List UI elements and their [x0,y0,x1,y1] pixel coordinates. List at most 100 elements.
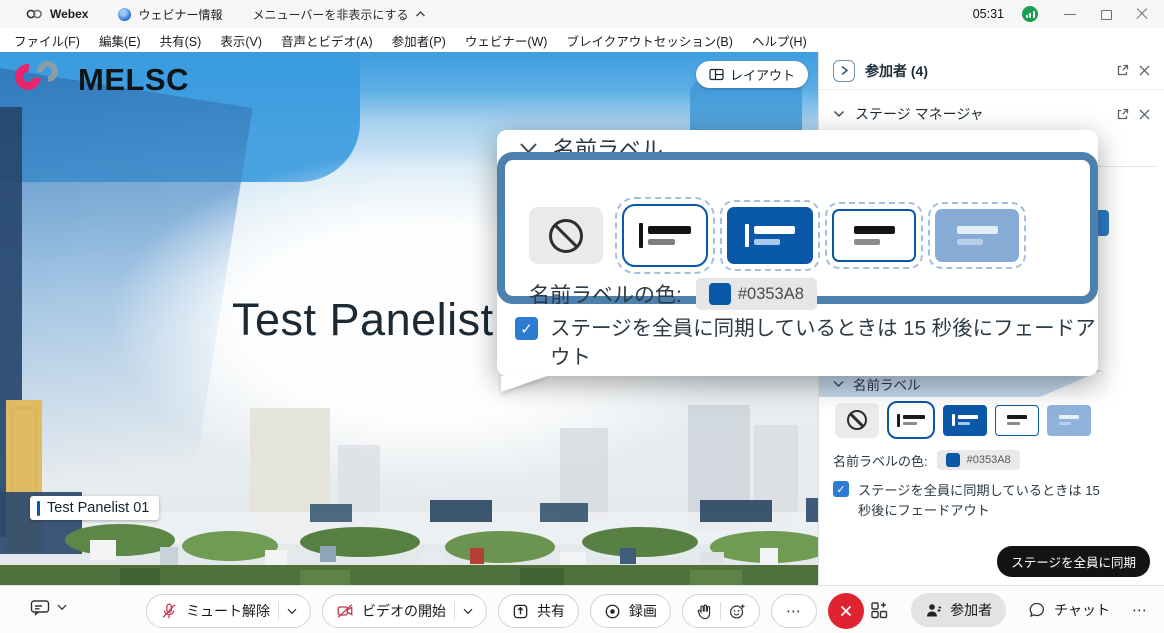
none-icon [847,410,867,430]
color-swatch [709,283,731,305]
magnified-color-row: 名前ラベルの色: #0353A8 [529,278,817,310]
color-swatch [946,453,960,467]
label-style-left-bar-button-selected[interactable] [887,401,935,439]
layout-grid-icon [709,68,724,81]
app-title: Webex [50,7,88,21]
chevron-down-icon [833,380,844,388]
menu-edit[interactable]: 編集(E) [99,31,141,50]
chevron-down-icon [57,604,67,611]
close-stage-manager-icon[interactable] [1139,109,1150,120]
participants-header-row: 参加者 (4) [819,52,1164,90]
magnified-style-options [529,204,1019,267]
label-style-translucent-button[interactable] [1047,405,1091,436]
label-style-none-button[interactable] [529,207,603,264]
menu-help[interactable]: ヘルプ(H) [752,31,807,50]
participants-tab-button[interactable]: 参加者 [911,593,1006,627]
apps-icon[interactable] [869,600,889,620]
raise-hand-icon[interactable] [696,603,712,620]
reactions-smiley-icon[interactable] [729,603,746,620]
title-bar: Webex ウェビナー情報 メニューバーを非表示にする 05:31 [0,0,1164,28]
label-style-plain-button[interactable] [832,209,916,262]
hide-menubar-button[interactable]: メニューバーを非表示にする [252,6,425,23]
label-style-none-button[interactable] [835,403,879,438]
menu-participants[interactable]: 参加者(P) [392,31,446,50]
menu-breakout[interactable]: ブレイクアウトセッション(B) [566,31,732,50]
magnifier-callout: 名前ラベル 名前ラベルの色: #0353A8 ✓ ステージを全員に同期していると… [497,130,1098,376]
name-label-style-options [835,401,1091,439]
menu-file[interactable]: ファイル(F) [14,31,80,50]
menu-bar: ファイル(F) 編集(E) 共有(S) 表示(V) 音声とビデオ(A) 参加者(… [0,28,1164,52]
maximize-button[interactable] [1100,8,1112,20]
reactions-group [682,594,760,628]
chevron-down-icon [463,608,473,615]
menu-webinar[interactable]: ウェビナー(W) [465,31,548,50]
divider [278,602,279,620]
stage-manager-header-row: ステージ マネージャ [819,99,1164,129]
chat-tab-button[interactable]: チャット [1028,600,1110,620]
menu-share[interactable]: 共有(S) [160,31,202,50]
chat-bubble-icon [1028,601,1046,619]
popout-panel-icon[interactable] [1116,64,1129,77]
sync-stage-button[interactable]: ステージを全員に同期 [997,546,1150,577]
sync-fade-checkbox[interactable]: ✓ [833,481,849,497]
divider [454,602,455,620]
divider [720,602,721,620]
magnifier-highlight-box: 名前ラベルの色: #0353A8 [497,152,1098,304]
callout-pointer [501,376,547,392]
label-style-left-bar-button-selected[interactable] [622,204,708,267]
popout-stage-manager-icon[interactable] [1116,108,1129,121]
meeting-timer: 05:31 [973,7,1004,21]
brand-name: MELSC [78,62,189,98]
participant-name-label: Test Panelist 01 [30,496,159,520]
minimize-button[interactable] [1064,8,1076,20]
captions-icon [30,599,50,616]
label-style-plain-button[interactable] [995,405,1039,436]
close-panel-icon[interactable] [1139,65,1150,76]
participants-title: 参加者 (4) [865,61,1106,81]
webex-logo-icon [26,8,43,20]
label-style-filled-button[interactable] [727,207,813,264]
label-color-picker[interactable]: #0353A8 [696,278,817,310]
leave-meeting-button[interactable] [828,593,864,629]
mic-off-icon [160,602,178,620]
chevron-down-icon[interactable] [833,110,845,118]
control-bar: ミュート解除 ビデオの開始 共有 録画 [0,585,1164,633]
label-style-translucent-button[interactable] [935,209,1019,262]
label-style-filled-button[interactable] [943,405,987,436]
record-button[interactable]: 録画 [590,594,671,628]
layout-button[interactable]: レイアウト [696,61,808,88]
city-skyline [0,400,818,585]
chevron-down-icon [287,608,297,615]
unmute-button[interactable]: ミュート解除 [146,594,311,628]
sync-fade-checkbox[interactable]: ✓ [515,317,538,340]
name-label-accent-bar [37,501,40,516]
connection-signal-icon[interactable] [1022,6,1038,22]
more-options-button[interactable]: ⋯ [771,594,817,628]
name-label-color-row: 名前ラベルの色: #0353A8 [833,450,1020,470]
name-label-section-header[interactable]: 名前ラベル [833,374,921,394]
magnified-sync-fade-option: ✓ ステージを全員に同期しているときは 15 秒後にフェードアウト [515,314,1102,372]
none-icon [549,219,583,253]
camera-off-icon [336,602,354,620]
start-video-button[interactable]: ビデオの開始 [322,594,487,628]
label-color-picker[interactable]: #0353A8 [937,450,1020,470]
share-icon [512,603,529,620]
panel-divider [1097,166,1158,167]
collapse-panel-button[interactable] [833,60,855,82]
captions-button[interactable] [30,599,67,616]
sync-fade-option: ✓ ステージを全員に同期しているときは 15 秒後にフェードアウト [833,481,1112,522]
record-icon [604,603,621,620]
menu-view[interactable]: 表示(V) [220,31,262,50]
close-window-button[interactable] [1136,8,1148,20]
melsc-brand-logo: MELSC [14,58,189,102]
chevron-right-icon [840,65,849,76]
more-panels-button[interactable]: ⋯ [1132,601,1148,619]
webinar-info-icon [118,8,131,21]
stage-manager-title: ステージ マネージャ [855,104,1106,124]
melsc-heart-icon [14,58,68,102]
participants-person-icon [925,602,942,619]
leave-x-icon [839,604,853,618]
webinar-info-button[interactable]: ウェビナー情報 [118,6,222,23]
menu-audio-video[interactable]: 音声とビデオ(A) [281,31,373,50]
share-button[interactable]: 共有 [498,594,579,628]
